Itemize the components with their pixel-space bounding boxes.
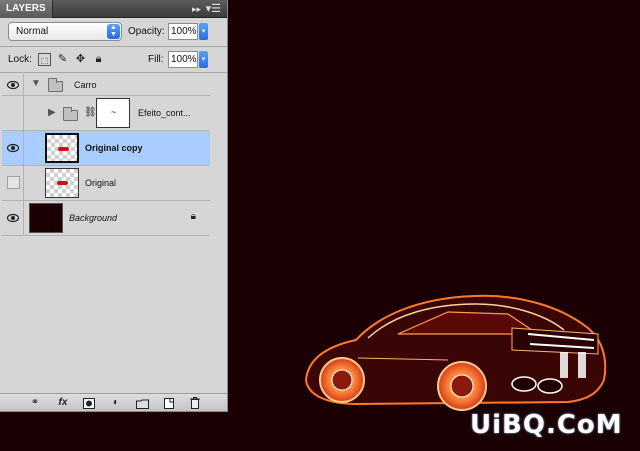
opacity-label: Opacity:: [128, 26, 165, 37]
eye-icon: [7, 213, 19, 223]
tab-layers[interactable]: LAYERS: [0, 0, 53, 18]
lock-icon: 🔒︎: [190, 211, 196, 222]
fill-field[interactable]: 100%: [168, 51, 198, 68]
blend-opacity-row: Normal ▲ ▼ Opacity: 100% ▾: [8, 22, 221, 42]
panel-menu-icon[interactable]: ▾☰: [206, 0, 221, 18]
disclosure-closed-icon[interactable]: ▶: [48, 107, 56, 118]
car-thumb-icon: [58, 147, 69, 151]
folder-icon: [63, 107, 78, 121]
lock-label: Lock:: [8, 54, 32, 65]
lock-fill-row: Lock: ⬚ ✎ ✥ 🔒︎ Fill: 100% ▾: [8, 50, 221, 70]
car-thumb-icon: [57, 181, 68, 185]
panel-footer: ⚭ fx ◐: [0, 393, 227, 411]
layer-name: Efeito_cont...: [138, 108, 191, 118]
lock-all-icon[interactable]: 🔒︎: [92, 53, 105, 66]
layer-row-efeito[interactable]: ▶ ⛓︎ ~ Efeito_cont...: [2, 96, 210, 131]
visibility-toggle[interactable]: [2, 131, 24, 165]
new-group-icon[interactable]: [134, 396, 150, 410]
adjustment-icon[interactable]: ◐: [108, 396, 124, 410]
opacity-field[interactable]: 100%: [168, 23, 198, 40]
panel-titlebar[interactable]: LAYERS ▸▸ ▾☰: [0, 0, 227, 18]
layer-thumbnail[interactable]: [45, 168, 79, 198]
eye-icon: [7, 80, 19, 89]
new-layer-icon[interactable]: [162, 396, 176, 410]
mask-link-icon[interactable]: ⛓︎: [84, 107, 97, 118]
divider: [0, 72, 227, 73]
layer-row-background[interactable]: Background 🔒︎: [2, 201, 210, 236]
layer-row-original-copy[interactable]: Original copy: [2, 131, 210, 166]
link-icon[interactable]: ⚭: [26, 396, 44, 410]
layers-list: ▼ Carro ▶ ⛓︎ ~ Efeito_cont... Original c…: [2, 74, 210, 236]
layer-row-original[interactable]: Original: [2, 166, 210, 201]
layer-mask-thumbnail[interactable]: ~: [96, 98, 130, 128]
layer-name: Carro: [74, 80, 97, 90]
disclosure-open-icon[interactable]: ▼: [31, 78, 41, 89]
trash-icon[interactable]: [188, 396, 202, 410]
watermark-text: UiBQ.CoM: [470, 410, 623, 440]
layers-panel: LAYERS ▸▸ ▾☰ Normal ▲ ▼ Opacity: 100% ▾ L…: [0, 0, 228, 412]
layer-row-carro[interactable]: ▼ Carro: [2, 74, 210, 96]
blend-mode-value: Normal: [16, 26, 49, 37]
lock-position-icon[interactable]: ✥: [74, 53, 87, 66]
visibility-toggle[interactable]: [2, 74, 24, 95]
car-artwork: [304, 294, 607, 411]
fill-label: Fill:: [148, 54, 164, 65]
eye-icon: [7, 143, 19, 153]
blend-mode-select[interactable]: Normal ▲ ▼: [8, 22, 122, 41]
updown-arrows-icon: ▲ ▼: [107, 24, 120, 39]
fx-icon[interactable]: fx: [54, 396, 72, 410]
folder-icon: [48, 78, 63, 92]
layer-name: Background: [69, 213, 118, 223]
visibility-toggle[interactable]: [2, 201, 24, 235]
divider: [0, 46, 227, 47]
visibility-toggle[interactable]: [2, 96, 24, 130]
lock-transparent-icon[interactable]: ⬚: [38, 53, 51, 66]
hidden-box-icon: [7, 176, 20, 189]
mask-shape-icon: ~: [111, 107, 117, 117]
layer-thumbnail[interactable]: [29, 203, 63, 233]
watermark: UiBQ.CoM: [470, 410, 630, 444]
layer-name: Original: [85, 178, 117, 188]
fill-dropdown-button[interactable]: ▾: [199, 51, 208, 68]
lock-paint-icon[interactable]: ✎: [56, 53, 69, 66]
collapse-icon[interactable]: ▸▸: [192, 0, 201, 18]
opacity-dropdown-button[interactable]: ▾: [199, 23, 208, 40]
layer-thumbnail[interactable]: [45, 133, 79, 163]
layer-name: Original copy: [85, 143, 143, 153]
visibility-toggle[interactable]: [2, 166, 24, 200]
mask-icon[interactable]: [82, 396, 96, 410]
